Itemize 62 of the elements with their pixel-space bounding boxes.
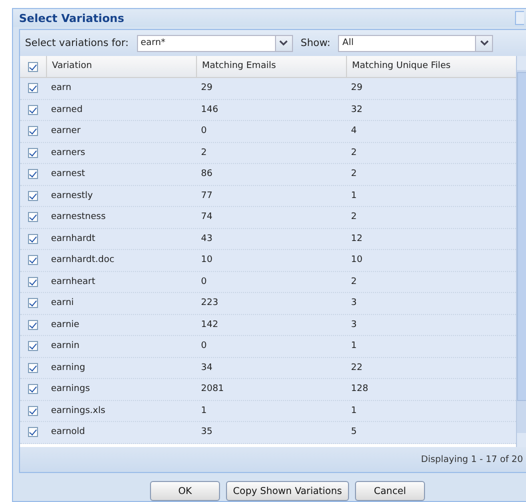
dialog-button[interactable]: Cancel xyxy=(354,481,425,501)
table-cell: 2 xyxy=(351,212,357,222)
table-cell: 142 xyxy=(201,320,218,330)
table-cell: 10 xyxy=(201,255,212,265)
table-cell: earnhardt xyxy=(51,234,96,244)
table-cell: 10 xyxy=(351,255,362,265)
table-cell: earned xyxy=(51,104,83,114)
table-cell: 29 xyxy=(201,83,212,93)
table-cell: 77 xyxy=(201,190,212,200)
table-cell: earni xyxy=(51,298,74,308)
table-cell: 12 xyxy=(351,234,362,244)
show-dropdown[interactable]: All xyxy=(338,34,494,52)
table-cell: 3 xyxy=(351,298,357,308)
table-cell: 2 xyxy=(201,148,207,158)
column-header[interactable]: Variation xyxy=(46,56,196,77)
table-cell: 2 xyxy=(351,148,357,158)
table-cell: earning xyxy=(51,362,86,372)
paging-status: Displaying 1 - 17 of 20 xyxy=(421,454,523,464)
table-cell: 0 xyxy=(201,341,207,351)
table-cell: 1 xyxy=(201,406,207,416)
table-cell: 29 xyxy=(351,83,362,93)
column-header[interactable]: Matching Emails xyxy=(196,56,346,77)
table-cell: earnings xyxy=(51,384,90,394)
table-cell: 146 xyxy=(201,104,218,114)
dialog-button[interactable]: Copy Shown Variations xyxy=(226,481,349,501)
table-cell: 86 xyxy=(201,169,212,179)
table-cell: earnie xyxy=(51,320,80,330)
table-cell: 3 xyxy=(351,320,357,330)
table-cell: 2081 xyxy=(201,384,224,394)
table-cell: 2 xyxy=(351,169,357,179)
variations-dropdown[interactable]: earn* xyxy=(136,34,293,52)
variations-label: Select variations for: xyxy=(25,38,129,48)
table-cell: 35 xyxy=(201,427,212,437)
table-cell: earnestness xyxy=(51,212,106,222)
table-cell: 1 xyxy=(351,341,357,351)
window-title: Select Variations xyxy=(19,12,124,24)
table-cell: earner xyxy=(51,126,81,136)
table-cell: 0 xyxy=(201,126,207,136)
dialog-button[interactable]: OK xyxy=(150,481,220,501)
table-cell: 223 xyxy=(201,298,218,308)
table-cell: 2 xyxy=(351,276,357,286)
table-cell: earnold xyxy=(51,427,86,437)
table-cell: earnheart xyxy=(51,276,96,286)
table-cell: 22 xyxy=(351,362,362,372)
show-label: Show: xyxy=(300,38,330,48)
table-cell: 43 xyxy=(201,234,212,244)
table-cell: 128 xyxy=(351,384,368,394)
table-cell: earnhardt.doc xyxy=(51,255,114,265)
table-cell: 1 xyxy=(351,406,357,416)
table-cell: 4 xyxy=(351,126,357,136)
table-cell: 74 xyxy=(201,212,212,222)
table-cell: 32 xyxy=(351,104,362,114)
table-cell: earnestly xyxy=(51,190,93,200)
table-cell: earners xyxy=(51,148,86,158)
table-cell: earnest xyxy=(51,169,86,179)
table-cell: earnin xyxy=(51,341,80,351)
table-cell: 5 xyxy=(351,427,357,437)
table-cell: earnings.xls xyxy=(51,406,106,416)
table-cell: 1 xyxy=(351,190,357,200)
table-cell: 34 xyxy=(201,362,212,372)
table-cell: 0 xyxy=(201,276,207,286)
table-cell: earn xyxy=(51,83,72,93)
